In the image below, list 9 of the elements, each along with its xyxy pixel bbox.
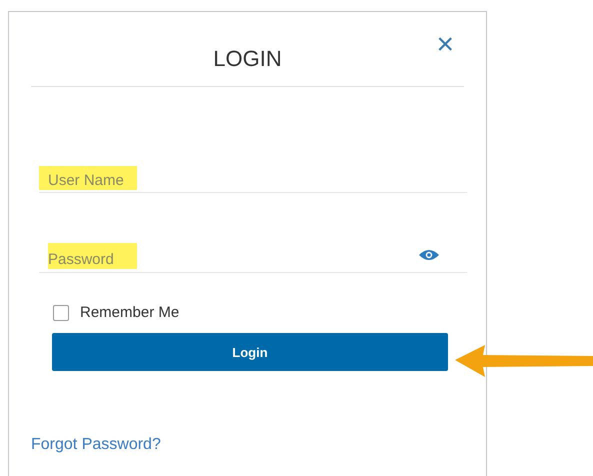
dialog-title: LOGIN — [213, 46, 282, 72]
password-field[interactable]: Password — [39, 236, 467, 272]
remember-checkbox[interactable] — [53, 304, 69, 320]
close-button[interactable]: × — [436, 30, 454, 60]
username-field[interactable]: User Name — [39, 158, 467, 192]
eye-icon[interactable] — [419, 249, 439, 261]
forgot-password-link[interactable]: Forgot Password? — [31, 436, 161, 454]
remember-label: Remember Me — [80, 304, 180, 321]
login-button[interactable]: Login — [52, 333, 448, 371]
